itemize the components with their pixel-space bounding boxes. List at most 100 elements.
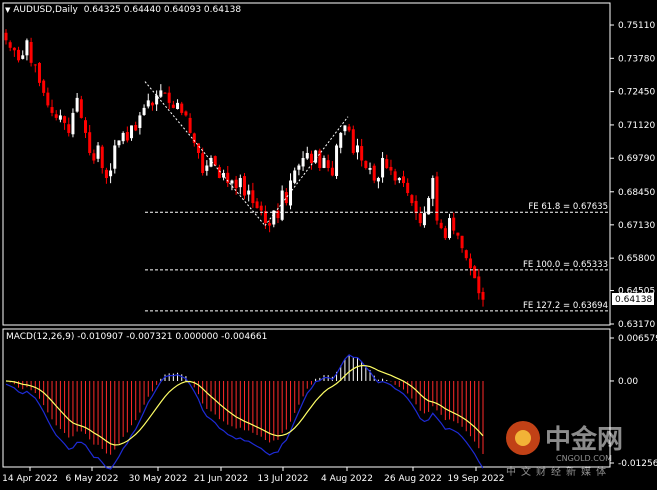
candle-bear — [364, 160, 368, 168]
candle-bull — [355, 145, 359, 153]
candle-bear — [385, 159, 389, 168]
candle-bear — [163, 92, 167, 94]
candle-bull — [381, 157, 385, 178]
chart-header: ▼ AUDUSD,Daily 0.64325 0.64440 0.64093 0… — [5, 5, 241, 15]
macd-tick-label: 0.006579 — [618, 334, 657, 344]
candle-bear — [63, 116, 67, 123]
candle-bull — [25, 40, 29, 56]
candle-bear — [372, 165, 376, 181]
price-tick-label: 0.67130 — [618, 221, 655, 231]
candle-bear — [268, 223, 272, 226]
candle-bear — [443, 228, 447, 239]
candle-bear — [410, 195, 414, 204]
time-tick-label: 14 Apr 2022 — [2, 474, 58, 484]
candle-bear — [188, 117, 192, 133]
candle-bear — [92, 153, 96, 161]
candle-bear — [464, 250, 468, 259]
watermark-brand: 中金网 — [545, 424, 623, 455]
candle-bear — [243, 176, 246, 196]
macd-header: MACD(12,26,9) -0.010907 -0.007321 0.0000… — [6, 332, 268, 342]
candle-bear — [4, 32, 8, 41]
candle-bull — [75, 97, 79, 112]
candle-bear — [104, 169, 108, 179]
candle-bear — [347, 126, 351, 131]
candle-bear — [42, 80, 46, 93]
candle-bull — [305, 152, 309, 159]
price-tick-label: 0.69790 — [618, 154, 655, 164]
time-tick-label: 19 Sep 2022 — [447, 474, 504, 484]
candle-bull — [138, 115, 142, 128]
candle-bear — [481, 291, 485, 300]
macd-histogram — [9, 355, 484, 455]
candle-bear — [309, 153, 313, 163]
candle-bear — [17, 49, 21, 61]
trading-chart[interactable]: FE 61.8 = 0.67635 FE 100.0 = 0.65333 FE 12… — [0, 0, 657, 490]
candle-bear — [234, 179, 238, 189]
time-tick-label: 4 Aug 2022 — [321, 474, 373, 484]
time-tick-label: 6 May 2022 — [66, 474, 119, 484]
candle-bear — [473, 266, 477, 279]
candle-bull — [205, 165, 209, 171]
candle-bear — [406, 182, 410, 194]
candle-bull — [343, 125, 347, 132]
candle-bear — [414, 200, 418, 214]
current-price-label: 0.64138 — [615, 295, 652, 305]
header-arrow-icon[interactable]: ▼ — [5, 6, 10, 14]
main-chart-frame — [2, 2, 611, 326]
candle-bear — [460, 235, 464, 249]
candle-bear — [100, 146, 104, 168]
candle-bear — [259, 205, 263, 211]
macd-tick-label: 0.00 — [618, 377, 638, 387]
candle-bear — [184, 111, 188, 116]
fib-level-label: FE 61.8 = 0.67635 — [528, 202, 608, 212]
symbol-label: AUDUSD,Daily — [13, 5, 78, 15]
price-tick-label: 0.71120 — [618, 121, 655, 131]
time-tick-label: 21 Jun 2022 — [194, 474, 248, 484]
candle-bear — [351, 129, 355, 153]
candle-bull — [142, 107, 146, 115]
candle-bear — [201, 153, 205, 174]
candle-bull — [130, 125, 134, 139]
candle-bull — [335, 145, 339, 176]
candle-bear — [150, 102, 154, 106]
candle-bull — [293, 170, 297, 183]
candle-bear — [452, 217, 456, 231]
candle-bull — [247, 190, 251, 195]
watermark-site: CNGOLD.COM — [556, 454, 612, 463]
candle-bear — [180, 103, 184, 113]
candle-bull — [58, 115, 62, 120]
candle-bear — [54, 114, 58, 118]
candle-bull — [238, 178, 242, 188]
candle-bull — [230, 180, 234, 184]
candle-bull — [431, 178, 435, 199]
candle-bull — [117, 140, 121, 146]
fib-level-label: FE 127.2 = 0.63694 — [523, 301, 608, 311]
candle-bull — [322, 157, 326, 168]
candle-bear — [125, 132, 129, 141]
fibonacci-levels: FE 61.8 = 0.67635 FE 100.0 = 0.65333 FE 12… — [145, 202, 608, 312]
candle-bear — [196, 143, 200, 153]
candle-bear — [167, 92, 171, 103]
candle-bear — [134, 125, 138, 131]
candle-bear — [284, 192, 288, 204]
time-tick-label: 30 May 2022 — [129, 474, 188, 484]
candle-bear — [251, 190, 255, 204]
time-tick-label: 26 Aug 2022 — [384, 474, 442, 484]
candle-bear — [318, 150, 322, 168]
candle-bear — [263, 211, 267, 224]
candle-bear — [468, 258, 472, 269]
candle-bear — [389, 166, 393, 171]
price-tick-label: 0.72450 — [618, 88, 655, 98]
price-tick-label: 0.75110 — [618, 21, 655, 31]
candle-bear — [393, 171, 397, 181]
ohlc-values: 0.64325 0.64440 0.64093 0.64138 — [83, 5, 242, 15]
price-tick-label: 0.63170 — [618, 320, 655, 330]
candle-bull — [422, 213, 426, 226]
candle-bear — [456, 232, 460, 236]
candle-bull — [339, 132, 343, 148]
candle-bear — [435, 176, 439, 221]
candle-bull — [280, 190, 284, 220]
candle-bear — [8, 42, 12, 48]
watermark-sub: 中文财经新媒体 — [506, 465, 611, 478]
watermark: 中金网 CNGOLD.COM 中文财经新媒体 — [506, 421, 623, 478]
